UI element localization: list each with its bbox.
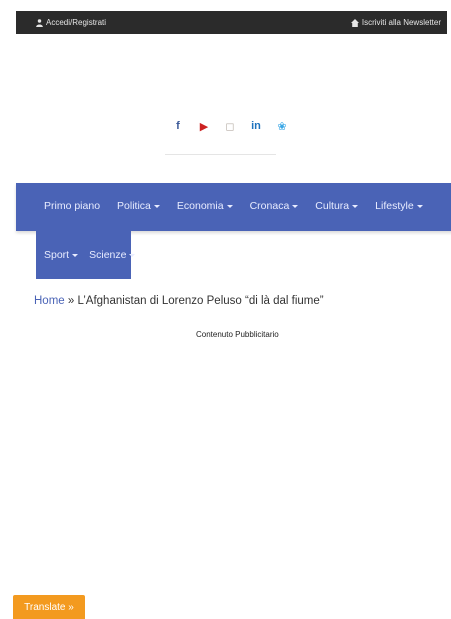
caret-down-icon: [129, 254, 136, 257]
top-bar: Accedi/Registrati Iscriviti alla Newslet…: [16, 11, 447, 34]
nav-item-economia[interactable]: Economia: [177, 200, 233, 212]
nav-item-sport[interactable]: Sport: [44, 249, 79, 261]
nav-item-politica[interactable]: Politica: [117, 200, 160, 212]
ad-label: Contenuto Pubblicitario: [196, 330, 279, 339]
instagram-icon[interactable]: ◻: [217, 118, 243, 134]
home-icon: [350, 18, 359, 27]
nav-row-primary: Primo piano Politica Economia Cronaca Cu…: [44, 200, 440, 212]
user-icon: [36, 18, 43, 27]
facebook-icon[interactable]: f: [165, 118, 191, 134]
nav-row-secondary: Sport Scienze: [36, 231, 136, 279]
caret-down-icon: [352, 205, 359, 208]
nav-item-cultura[interactable]: Cultura: [315, 200, 359, 212]
social-divider: [165, 154, 276, 155]
nav-item-primo-piano[interactable]: Primo piano: [44, 200, 100, 212]
breadcrumb-separator: »: [64, 295, 78, 307]
social-icons: f ▶ ◻ in ❀: [165, 118, 295, 134]
login-label: Accedi/Registrati: [46, 18, 107, 27]
breadcrumb-current: L’Afghanistan di Lorenzo Peluso “di là d…: [77, 295, 324, 307]
youtube-icon[interactable]: ▶: [191, 118, 217, 134]
caret-down-icon: [153, 205, 160, 208]
twitter-icon[interactable]: ❀: [269, 118, 295, 134]
caret-down-icon: [416, 205, 423, 208]
main-nav: Primo piano Politica Economia Cronaca Cu…: [16, 183, 451, 231]
nav-item-cronaca[interactable]: Cronaca: [250, 200, 299, 212]
breadcrumb-home-link[interactable]: Home: [34, 295, 65, 307]
nav-item-scienze[interactable]: Scienze: [89, 249, 136, 261]
caret-down-icon: [72, 254, 79, 257]
login-link[interactable]: Accedi/Registrati: [36, 18, 106, 27]
nav-item-lifestyle[interactable]: Lifestyle: [375, 200, 423, 212]
newsletter-label: Iscriviti alla Newsletter: [361, 18, 441, 27]
breadcrumb: Home » L’Afghanistan di Lorenzo Peluso “…: [34, 295, 324, 307]
caret-down-icon: [292, 205, 299, 208]
newsletter-link[interactable]: Iscriviti alla Newsletter: [350, 18, 441, 27]
caret-down-icon: [226, 205, 233, 208]
translate-button[interactable]: Translate »: [13, 595, 85, 619]
linkedin-icon[interactable]: in: [243, 118, 269, 134]
